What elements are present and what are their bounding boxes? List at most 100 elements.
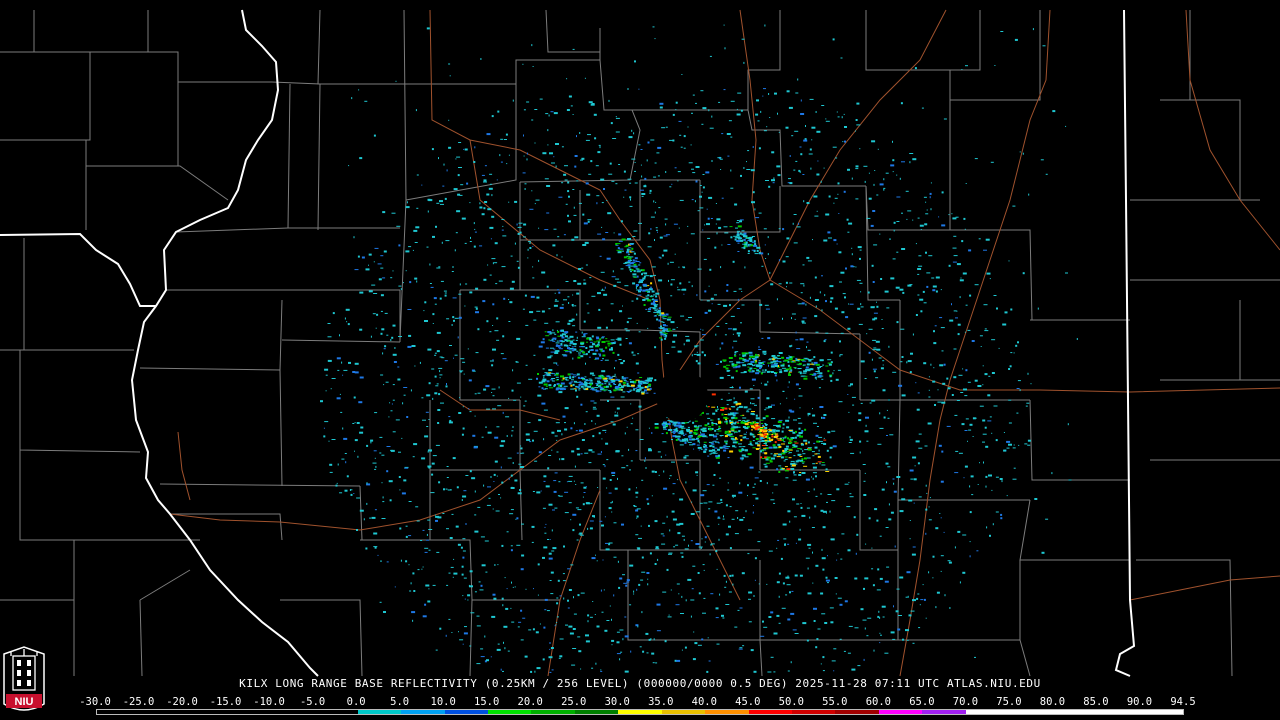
echo-pixel <box>753 250 756 253</box>
echo-pixel <box>408 564 410 566</box>
echo-pixel <box>822 416 826 419</box>
echo-pixel <box>829 446 833 449</box>
echo-pixel <box>724 586 727 588</box>
echo-pixel <box>759 362 763 365</box>
echo-pixel <box>686 242 688 244</box>
echo-pixel <box>795 92 799 94</box>
echo-pixel <box>475 307 478 310</box>
echo-pixel <box>670 295 673 297</box>
echo-pixel <box>617 338 622 341</box>
echo-pixel <box>568 589 572 591</box>
echo-pixel <box>677 350 682 353</box>
echo-pixel <box>773 424 777 426</box>
echo-pixel <box>968 249 972 252</box>
echo-pixel <box>613 389 617 392</box>
echo-pixel <box>648 449 652 452</box>
echo-pixel <box>553 385 556 388</box>
echo-pixel <box>738 405 743 408</box>
echo-pixel <box>633 593 635 595</box>
echo-pixel <box>717 517 721 519</box>
echo-pixel <box>821 613 826 615</box>
echo-pixel <box>758 346 760 349</box>
echo-pixel <box>749 240 753 242</box>
echo-pixel <box>646 572 650 574</box>
echo-pixel <box>415 226 420 229</box>
echo-pixel <box>1006 440 1011 443</box>
echo-pixel <box>680 146 683 148</box>
echo-pixel <box>634 257 638 260</box>
radar-map <box>0 9 1280 677</box>
echo-pixel <box>626 384 630 387</box>
echo-pixel <box>580 159 583 161</box>
echo-pixel <box>638 537 642 539</box>
echo-pixel <box>606 459 609 461</box>
highway-line <box>177 431 191 501</box>
echo-pixel <box>597 353 601 355</box>
echo-pixel <box>872 339 877 341</box>
echo-pixel <box>795 339 799 341</box>
echo-pixel <box>606 620 610 621</box>
echo-pixel <box>525 364 528 366</box>
echo-pixel <box>597 380 600 383</box>
echo-pixel <box>979 335 983 337</box>
echo-pixel <box>885 527 889 528</box>
echo-pixel <box>475 352 479 354</box>
scale-tick-label: 90.0 <box>1126 696 1153 708</box>
echo-pixel <box>411 345 416 347</box>
echo-pixel <box>778 228 781 230</box>
echo-pixel <box>844 140 846 143</box>
echo-pixel <box>584 379 588 381</box>
echo-pixel <box>481 174 485 176</box>
echo-pixel <box>604 465 606 468</box>
echo-pixel <box>744 266 746 269</box>
echo-pixel <box>896 251 899 253</box>
echo-pixel <box>821 359 824 361</box>
echo-pixel <box>912 158 917 161</box>
echo-pixel <box>761 371 766 373</box>
echo-pixel <box>833 670 835 672</box>
echo-pixel <box>765 458 769 461</box>
echo-pixel <box>864 472 866 474</box>
echo-pixel <box>900 102 903 105</box>
echo-pixel <box>819 366 823 367</box>
echo-pixel <box>699 502 703 504</box>
echo-pixel <box>555 350 560 353</box>
echo-pixel <box>374 509 377 511</box>
echo-pixel <box>360 426 364 429</box>
echo-pixel <box>566 344 569 347</box>
echo-pixel <box>587 220 590 223</box>
echo-pixel <box>605 542 608 544</box>
echo-pixel <box>782 427 785 429</box>
echo-pixel <box>712 412 716 415</box>
echo-pixel <box>624 377 629 379</box>
echo-pixel <box>412 249 414 251</box>
echo-pixel <box>802 453 806 455</box>
echo-pixel <box>896 321 899 324</box>
echo-pixel <box>604 516 606 518</box>
echo-pixel <box>869 402 872 404</box>
echo-pixel <box>602 389 607 391</box>
echo-pixel <box>574 155 578 157</box>
echo-pixel <box>665 171 667 173</box>
echo-pixel <box>528 378 531 380</box>
echo-pixel <box>562 573 565 575</box>
echo-pixel <box>725 580 727 583</box>
echo-pixel <box>481 564 486 567</box>
echo-pixel <box>681 74 683 75</box>
echo-pixel <box>727 457 730 459</box>
echo-pixel <box>641 392 645 395</box>
echo-pixel <box>1016 388 1020 389</box>
echo-pixel <box>740 415 743 417</box>
county-border <box>139 367 283 487</box>
echo-pixel <box>792 498 795 501</box>
echo-pixel <box>640 149 643 150</box>
county-border <box>86 165 229 201</box>
echo-pixel <box>507 650 510 652</box>
echo-pixel <box>651 495 653 497</box>
echo-pixel <box>908 499 913 502</box>
echo-pixel <box>636 269 640 271</box>
echo-pixel <box>648 308 651 311</box>
echo-pixel <box>629 262 634 265</box>
echo-pixel <box>336 397 341 400</box>
echo-pixel <box>630 460 633 462</box>
